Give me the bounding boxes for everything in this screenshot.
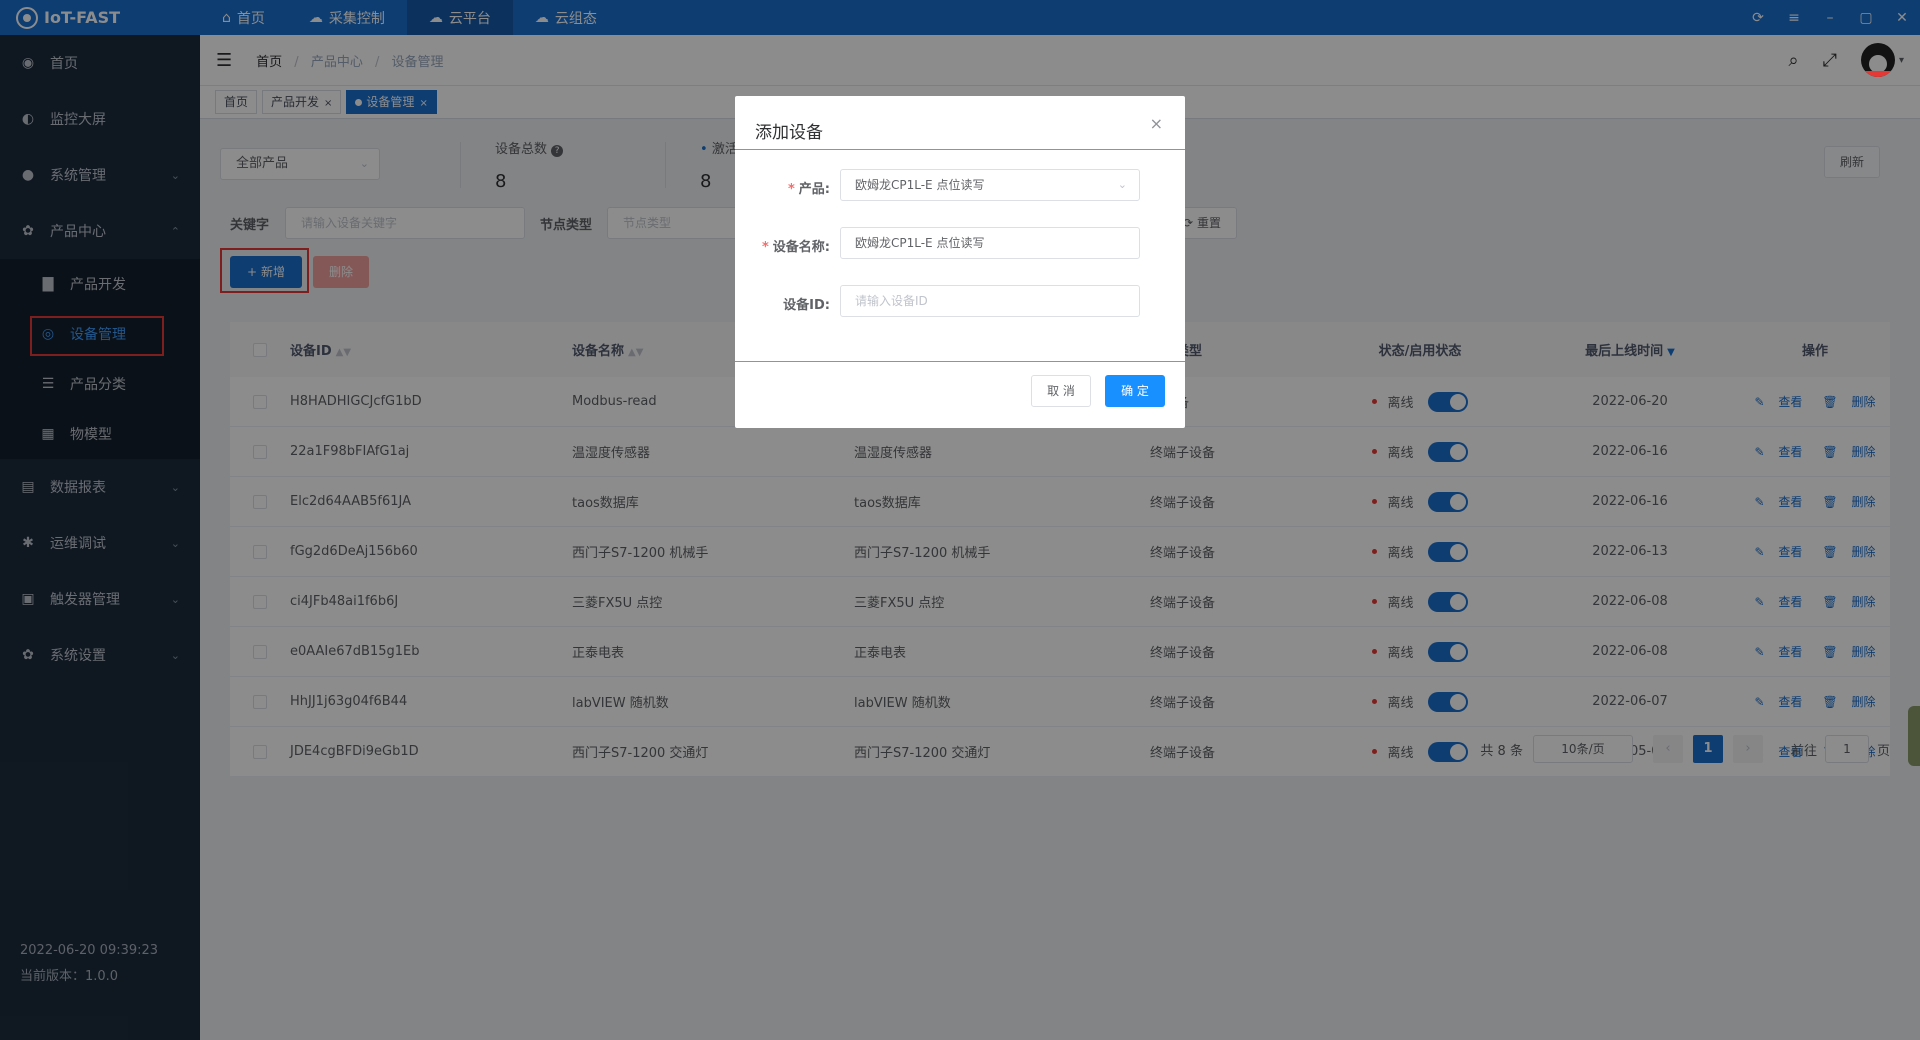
product-label: * 产品: xyxy=(788,178,830,197)
add-device-dialog: 添加设备 × * 产品: 欧姆龙CP1L-E 点位读写 ⌄ * 设备名称: 欧姆龙C… xyxy=(735,96,1185,428)
dialog-header: 添加设备 × xyxy=(735,96,1185,150)
device-name-label: * 设备名称: xyxy=(762,236,830,255)
label-text: 产品: xyxy=(798,182,830,197)
cancel-button[interactable]: 取 消 xyxy=(1031,375,1091,407)
dialog-body: * 产品: 欧姆龙CP1L-E 点位读写 ⌄ * 设备名称: 欧姆龙CP1L-E 点… xyxy=(735,150,1185,362)
required-mark: * xyxy=(761,240,769,255)
required-mark: * xyxy=(787,182,795,197)
product-select[interactable]: 欧姆龙CP1L-E 点位读写 ⌄ xyxy=(840,169,1140,201)
select-value: 欧姆龙CP1L-E 点位读写 xyxy=(855,178,985,192)
confirm-button[interactable]: 确 定 xyxy=(1105,375,1165,407)
form-row-product: * 产品: 欧姆龙CP1L-E 点位读写 ⌄ xyxy=(735,169,1185,203)
form-row-name: * 设备名称: 欧姆龙CP1L-E 点位读写 xyxy=(735,227,1185,261)
form-row-id: 设备ID: 请输入设备ID xyxy=(735,285,1185,319)
dialog-title: 添加设备 xyxy=(755,123,823,143)
dialog-footer: 取 消 确 定 xyxy=(735,362,1185,426)
label-text: 设备名称: xyxy=(772,240,830,255)
close-icon[interactable]: × xyxy=(1150,114,1163,133)
device-name-input[interactable]: 欧姆龙CP1L-E 点位读写 xyxy=(840,227,1140,259)
device-id-label: 设备ID: xyxy=(783,298,830,313)
device-id-input[interactable]: 请输入设备ID xyxy=(840,285,1140,317)
chevron-down-icon: ⌄ xyxy=(1117,178,1127,191)
